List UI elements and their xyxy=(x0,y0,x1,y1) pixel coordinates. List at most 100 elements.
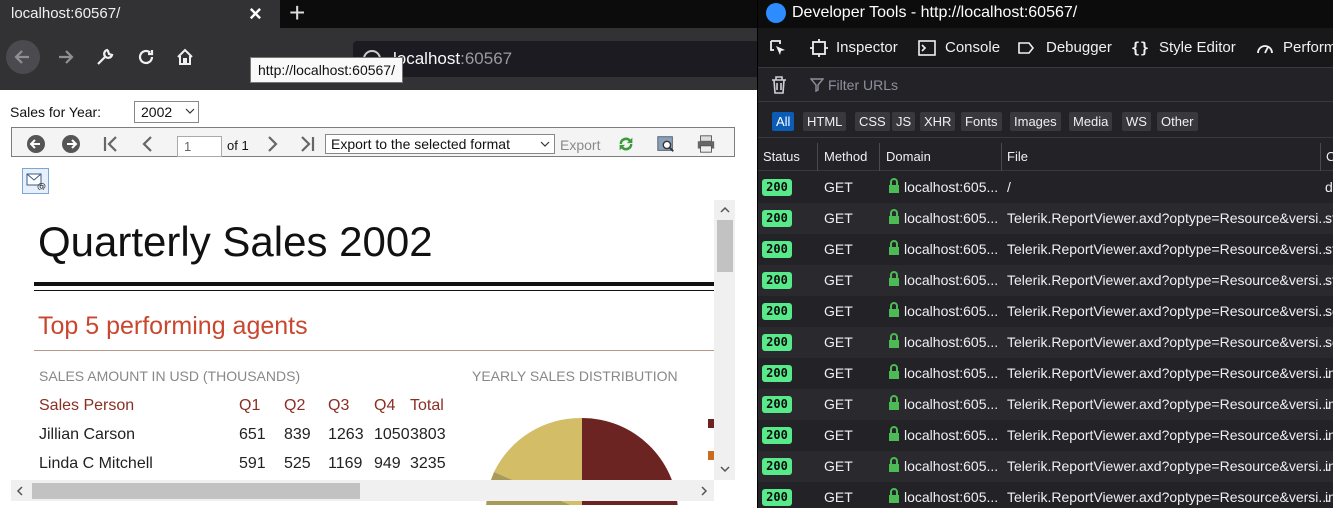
column-cause[interactable]: C xyxy=(1326,149,1333,164)
table-row[interactable]: 200 GET localhost:605... Telerik.ReportView… xyxy=(758,327,1333,358)
filter-other[interactable]: Other xyxy=(1157,112,1198,131)
horizontal-scrollbar[interactable] xyxy=(11,480,714,501)
url-host: localhost xyxy=(393,49,461,68)
home-button[interactable] xyxy=(168,40,202,74)
scroll-down-icon[interactable] xyxy=(718,462,732,476)
tab-style-editor[interactable]: Style Editor xyxy=(1159,39,1236,56)
report-viewer-toolbar: 1 of 1 Export to the selected format Exp… xyxy=(11,127,735,157)
reload-button[interactable] xyxy=(129,40,163,74)
forward-button[interactable] xyxy=(48,40,82,74)
tab-performance[interactable]: Perform xyxy=(1283,39,1333,56)
request-domain: localhost:605... xyxy=(904,489,999,505)
column-domain[interactable]: Domain xyxy=(886,149,931,164)
filter-images[interactable]: Images xyxy=(1010,112,1061,131)
trash-icon[interactable] xyxy=(770,75,788,95)
back-button[interactable] xyxy=(26,134,46,154)
filter-js[interactable]: JS xyxy=(892,112,916,131)
back-button[interactable] xyxy=(6,40,40,74)
scroll-left-icon[interactable] xyxy=(13,484,27,498)
filter-media[interactable]: Media xyxy=(1069,112,1113,131)
filter-css[interactable]: CSS xyxy=(855,112,890,131)
element-picker-icon[interactable] xyxy=(769,39,787,57)
request-type-filters: All HTML CSS JS XHR Fonts Images Media W… xyxy=(758,102,1333,138)
send-mail-button[interactable]: @ xyxy=(22,168,49,194)
export-button[interactable]: Export xyxy=(560,137,600,153)
report-subtitle: Top 5 performing agents xyxy=(38,312,308,340)
table-header: Q4 xyxy=(374,397,396,414)
forward-button[interactable] xyxy=(61,134,81,154)
previous-page-button[interactable] xyxy=(138,134,158,154)
close-tab-icon[interactable]: × xyxy=(249,1,262,27)
svg-text:@: @ xyxy=(37,182,46,190)
reload-icon xyxy=(138,49,154,65)
table-cell: 525 xyxy=(284,455,311,472)
horizontal-scroll-thumb[interactable] xyxy=(32,483,360,499)
scroll-up-icon[interactable] xyxy=(718,203,732,217)
first-page-icon xyxy=(103,136,117,152)
column-file[interactable]: File xyxy=(1007,149,1028,164)
request-domain: localhost:605... xyxy=(904,365,999,381)
url-bar[interactable]: localhost:60567 xyxy=(353,41,757,77)
request-domain: localhost:605... xyxy=(904,272,999,288)
filter-fonts[interactable]: Fonts xyxy=(961,112,1002,131)
table-row[interactable]: 200 GET localhost:605... Telerik.ReportView… xyxy=(758,420,1333,451)
arrow-right-circle-icon xyxy=(62,135,80,153)
print-button[interactable] xyxy=(696,134,716,154)
scroll-right-icon[interactable] xyxy=(697,484,711,498)
request-method: GET xyxy=(824,272,853,288)
browser-tab[interactable]: localhost:60567/ × xyxy=(0,0,280,28)
arrow-left-circle-icon xyxy=(27,135,45,153)
next-page-button[interactable] xyxy=(262,134,282,154)
title-divider-thin xyxy=(34,290,714,291)
table-cell: 1169 xyxy=(328,455,363,472)
table-row[interactable]: 200 GET localhost:605... Telerik.ReportView… xyxy=(758,358,1333,389)
table-row[interactable]: 200 GET localhost:605... Telerik.ReportView… xyxy=(758,296,1333,327)
export-format-select[interactable]: Export to the selected format xyxy=(325,134,555,154)
last-page-button[interactable] xyxy=(297,134,317,154)
table-row[interactable]: 200 GET localhost:605... / d xyxy=(758,172,1333,203)
tools-button[interactable] xyxy=(88,40,122,74)
url-port: :60567 xyxy=(460,49,513,68)
table-row[interactable]: 200 GET localhost:605... Telerik.ReportView… xyxy=(758,265,1333,296)
new-tab-icon[interactable]: + xyxy=(289,0,305,29)
table-cell: Jillian Carson xyxy=(39,426,136,443)
filter-html[interactable]: HTML xyxy=(803,112,847,131)
vertical-scrollbar[interactable] xyxy=(714,200,735,480)
print-preview-button[interactable] xyxy=(656,134,676,154)
table-cell: 651 xyxy=(239,426,266,443)
request-domain: localhost:605... xyxy=(904,241,999,257)
lock-icon xyxy=(889,364,899,379)
debugger-icon xyxy=(1018,42,1035,54)
vertical-scroll-thumb[interactable] xyxy=(717,220,733,272)
table-row[interactable]: 200 GET localhost:605... Telerik.ReportView… xyxy=(758,234,1333,265)
filter-urls-input[interactable]: Filter URLs xyxy=(828,77,898,93)
table-row[interactable]: 200 GET localhost:605... Telerik.ReportView… xyxy=(758,482,1333,508)
tab-inspector[interactable]: Inspector xyxy=(836,39,898,56)
year-select[interactable]: 2002 xyxy=(134,101,199,123)
filter-all[interactable]: All xyxy=(772,112,795,131)
tab-strip: localhost:60567/ × + xyxy=(0,0,757,28)
table-row[interactable]: 200 GET localhost:605... Telerik.ReportView… xyxy=(758,203,1333,234)
tab-console[interactable]: Console xyxy=(945,39,1000,56)
developer-tools-window: Developer Tools - http://localhost:60567… xyxy=(757,0,1333,508)
filter-xhr[interactable]: XHR xyxy=(920,112,956,131)
refresh-button[interactable] xyxy=(616,134,636,154)
table-row[interactable]: 200 GET localhost:605... Telerik.ReportView… xyxy=(758,451,1333,482)
chevron-down-icon xyxy=(540,141,550,147)
request-file: Telerik.ReportViewer.axd?optype=Resource… xyxy=(1007,210,1331,226)
request-method: GET xyxy=(824,303,853,319)
report-area: Quarterly Sales 2002 Top 5 performing ag… xyxy=(11,200,735,505)
first-page-button[interactable] xyxy=(101,134,121,154)
request-cause: in xyxy=(1325,458,1333,474)
export-format-value: Export to the selected format xyxy=(331,136,510,152)
status-badge: 200 xyxy=(762,365,792,382)
table-row[interactable]: 200 GET localhost:605... Telerik.ReportView… xyxy=(758,389,1333,420)
column-status[interactable]: Status xyxy=(763,149,800,164)
page-number-input[interactable]: 1 xyxy=(177,136,222,157)
subtitle-divider xyxy=(34,350,714,351)
request-method: GET xyxy=(824,489,853,505)
column-method[interactable]: Method xyxy=(824,149,867,164)
filter-ws[interactable]: WS xyxy=(1122,112,1151,131)
devtools-toolbar: Inspector Console Debugger {} Style Edit… xyxy=(758,28,1333,68)
tab-debugger[interactable]: Debugger xyxy=(1046,39,1112,56)
